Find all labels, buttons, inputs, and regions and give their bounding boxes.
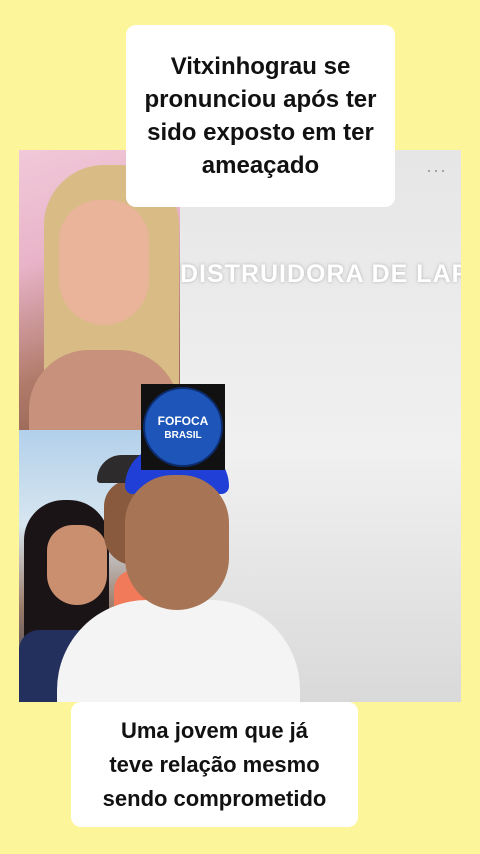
caption-line: teve relação mesmo	[109, 751, 320, 777]
face-shape	[125, 475, 229, 610]
headline-line: sido exposto em ter	[147, 119, 374, 146]
face-shape	[59, 200, 149, 325]
headline-line: ameaçado	[201, 152, 320, 179]
more-dots-icon[interactable]: ···	[426, 160, 447, 181]
caption-line: Uma jovem que já	[120, 717, 309, 743]
caption-box: Uma jovem que já teve relação mesmo send…	[71, 702, 358, 827]
headline-line: pronunciou após ter	[144, 86, 377, 113]
logo-badge: FOFOCA BRASIL	[143, 387, 223, 467]
channel-logo: FOFOCA BRASIL	[141, 384, 225, 470]
headline-line: Vitxinhograu se	[170, 53, 351, 80]
photo-collage: ··· DISTRUIDORA DE LAR.	[19, 150, 461, 702]
headline-box: Vitxinhograu se pronunciou após ter sido…	[126, 25, 395, 207]
logo-text-line2: BRASIL	[164, 429, 202, 441]
logo-text-line1: FOFOCA	[157, 413, 209, 428]
face-shape	[47, 525, 107, 605]
wall-text: DISTRUIDORA DE LAR.	[180, 260, 461, 288]
caption-line: sendo comprometido	[102, 785, 327, 811]
